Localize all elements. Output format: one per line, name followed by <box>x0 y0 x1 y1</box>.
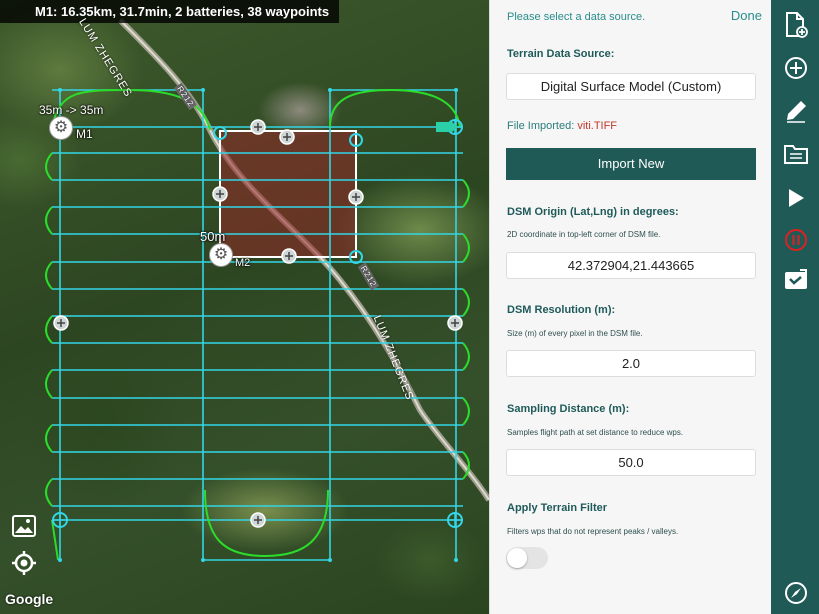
dsm-origin-title: DSM Origin (Lat,Lng) in degrees: <box>507 206 679 218</box>
terrain-filter-title: Apply Terrain Filter <box>507 502 608 514</box>
dsm-resolution-description: Size (m) of every pixel in the DSM file. <box>507 329 643 338</box>
sampling-distance-description: Samples flight path at set distance to r… <box>507 428 684 437</box>
imported-filename: viti.TIFF <box>577 120 618 132</box>
dsm-origin-description: 2D coordinate in top-left corner of DSM … <box>507 230 661 239</box>
stop-record-icon[interactable] <box>783 227 809 253</box>
m2-gear-icon[interactable]: ⚙ <box>209 243 233 267</box>
terrain-filter-description: Filters wps that do not represent peaks … <box>507 527 679 536</box>
panel-hint: Please select a data source. <box>507 11 646 23</box>
edit-icon[interactable] <box>783 98 809 124</box>
add-icon[interactable] <box>783 55 809 81</box>
file-imported-line: File Imported: viti.TIFF <box>507 120 617 132</box>
sampling-distance-title: Sampling Distance (m): <box>507 403 630 415</box>
terrain-filter-toggle[interactable] <box>506 547 548 569</box>
sampling-distance-input[interactable]: 50.0 <box>506 449 756 476</box>
video-camera-icon[interactable] <box>783 267 809 293</box>
locate-icon[interactable] <box>10 549 38 577</box>
m1-label: M1 <box>76 127 93 141</box>
done-button[interactable]: Done <box>731 8 762 23</box>
m1-gear-icon[interactable]: ⚙ <box>49 116 73 140</box>
compass-icon[interactable] <box>783 580 809 606</box>
gallery-icon[interactable] <box>10 512 38 540</box>
play-icon[interactable] <box>783 185 809 211</box>
terrain-source-title: Terrain Data Source: <box>507 48 615 60</box>
new-file-icon[interactable] <box>783 12 809 38</box>
m1-altitude-label: 35m -> 35m <box>39 103 104 117</box>
terrain-source-select[interactable]: Digital Surface Model (Custom) <box>506 73 756 100</box>
app-root: M1: 16.35km, 31.7min, 2 batteries, 38 wa… <box>0 0 819 614</box>
dsm-area <box>220 131 356 257</box>
dsm-resolution-input[interactable]: 2.0 <box>506 350 756 377</box>
file-imported-label: File Imported: <box>507 120 575 132</box>
tool-sidebar <box>771 0 819 614</box>
import-new-button[interactable]: Import New <box>506 148 756 180</box>
map-view[interactable]: M1: 16.35km, 31.7min, 2 batteries, 38 wa… <box>0 0 489 614</box>
dsm-origin-input[interactable]: 42.372904,21.443665 <box>506 252 756 279</box>
m2-altitude-label: 50m <box>200 229 226 244</box>
folder-icon[interactable] <box>783 141 809 167</box>
mission-summary: M1: 16.35km, 31.7min, 2 batteries, 38 wa… <box>0 0 339 23</box>
google-attribution: Google <box>5 591 54 607</box>
dsm-resolution-title: DSM Resolution (m): <box>507 304 616 316</box>
terrain-settings-panel: Please select a data source. Done Terrai… <box>489 0 771 614</box>
map-overlay <box>45 17 489 562</box>
m2-label: M2 <box>235 257 251 269</box>
